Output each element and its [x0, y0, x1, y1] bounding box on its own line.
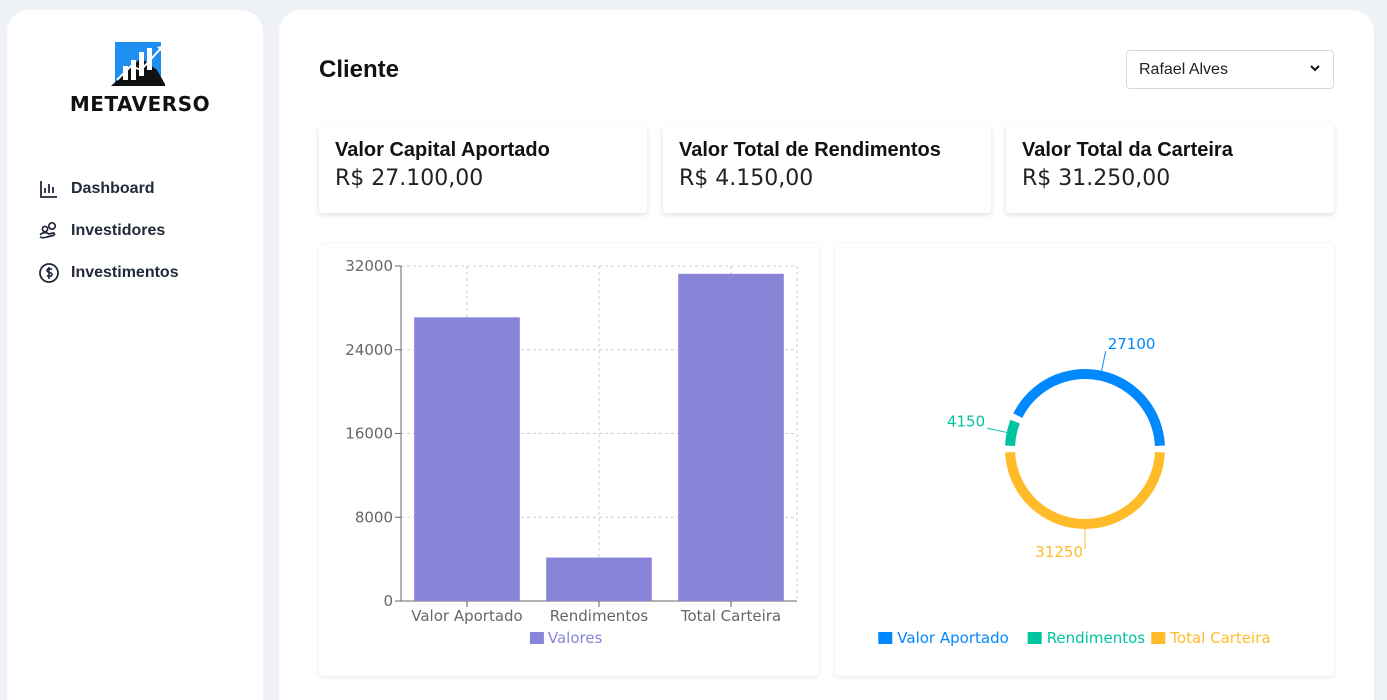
dollar-circle-icon	[38, 262, 60, 284]
y-tick-label: 16000	[345, 425, 393, 443]
card-value: R$ 4.150,00	[679, 166, 814, 191]
y-tick-label: 24000	[345, 341, 393, 359]
y-tick-label: 8000	[355, 508, 393, 526]
pie-slice	[1005, 419, 1020, 446]
sidebar-item-dashboard[interactable]: Dashboard	[38, 168, 179, 210]
legend-swatch	[1151, 632, 1166, 644]
bar-chart-panel: 0 8000 16000 24000 32000 Valor Aportado Rendim…	[319, 244, 819, 676]
x-tick-label: Total Carteira	[680, 607, 781, 625]
bar-chart: 0 8000 16000 24000 32000 Valor Aportado Rendim…	[345, 257, 798, 647]
bar-chart-icon	[38, 178, 60, 200]
pie-label-line	[1101, 351, 1107, 371]
legend-label: Total Carteira	[1169, 629, 1270, 647]
pie-slice	[1005, 452, 1165, 529]
sidebar-item-label: Dashboard	[71, 180, 155, 197]
client-select[interactable]: Rafael Alves	[1126, 50, 1334, 89]
legend-swatch	[529, 632, 544, 644]
pie-chart: 27100 4150 31250 Valor Aportado Rendimentos T…	[878, 335, 1271, 647]
summary-card-capital: Valor Capital Aportado R$ 27.100,00	[319, 124, 647, 213]
page-title: Cliente	[319, 56, 400, 83]
bar	[546, 557, 652, 601]
sidebar-item-label: Investidores	[71, 222, 166, 239]
summary-card-carteira: Valor Total da Carteira R$ 31.250,00	[1006, 124, 1334, 213]
pie-data-label: 4150	[947, 412, 985, 430]
legend-label: Rendimentos	[1047, 629, 1146, 647]
legend-label: Valores	[548, 629, 603, 647]
card-value: R$ 27.100,00	[335, 166, 484, 191]
x-tick-label: Valor Aportado	[411, 607, 522, 625]
card-title: Valor Capital Aportado	[335, 139, 550, 161]
pie-data-label: 27100	[1108, 335, 1156, 353]
card-value: R$ 31.250,00	[1022, 166, 1171, 191]
pie-chart-panel: 27100 4150 31250 Valor Aportado Rendimentos T…	[835, 244, 1334, 676]
client-select-value: Rafael Alves	[1139, 60, 1228, 78]
summary-card-rendimentos: Valor Total de Rendimentos R$ 4.150,00	[663, 124, 991, 213]
pie-slice	[1013, 369, 1165, 446]
sidebar-item-investimentos[interactable]: Investimentos	[38, 252, 179, 294]
card-title: Valor Total da Carteira	[1022, 139, 1233, 161]
sidebar: METAVERSO Dashboard Investidores Investi…	[7, 10, 263, 700]
legend-swatch	[878, 632, 893, 644]
x-tick-label: Rendimentos	[550, 607, 649, 625]
legend-swatch	[1027, 632, 1042, 644]
legend-label: Valor Aportado	[897, 629, 1008, 647]
sidebar-item-label: Investimentos	[71, 264, 179, 281]
sidebar-nav: Dashboard Investidores Investimentos	[38, 168, 179, 294]
logo-text: METAVERSO	[69, 92, 211, 116]
logo-chart-icon	[111, 42, 165, 86]
y-tick-label: 32000	[345, 257, 393, 275]
main-content: Cliente Rafael Alves Valor Capital Aport…	[279, 10, 1374, 700]
card-title: Valor Total de Rendimentos	[679, 139, 941, 161]
bar	[414, 317, 520, 601]
y-tick-label: 0	[383, 592, 393, 610]
chevron-down-icon	[1309, 61, 1321, 79]
hand-coins-icon	[38, 220, 60, 242]
pie-data-label: 31250	[1035, 543, 1083, 561]
metaverso-logo[interactable]: METAVERSO	[45, 40, 235, 126]
pie-label-line	[987, 427, 1007, 433]
sidebar-item-investidores[interactable]: Investidores	[38, 210, 179, 252]
bar	[678, 273, 784, 601]
